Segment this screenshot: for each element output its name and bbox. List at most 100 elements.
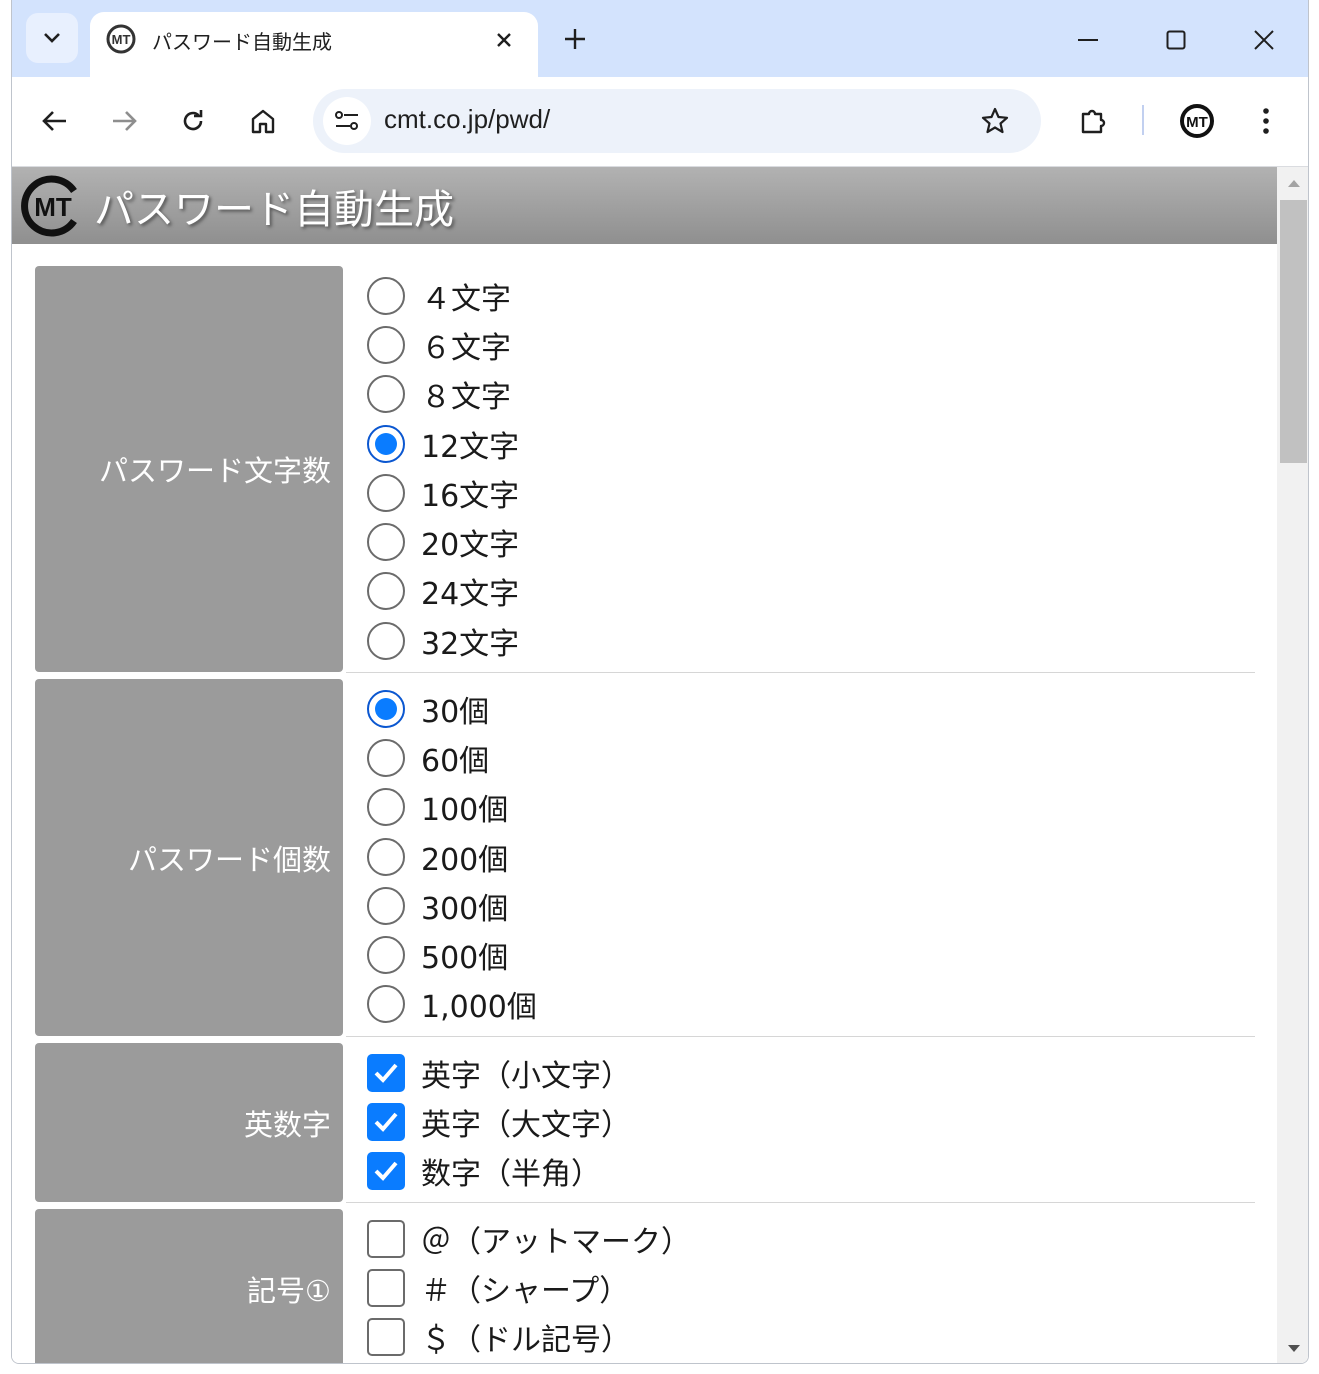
svg-text:MT: MT [112,32,131,47]
section-alnum: 英数字 英字（小文字） 英字（大文字） 数字（半角） [35,1043,1255,1203]
option-label: 30個 [421,695,490,730]
tab-strip: MT パスワード自動生成 [12,0,1308,77]
checkbox-checked[interactable] [367,1152,405,1190]
radio-option[interactable]: 12文字 [367,421,519,467]
maximize-button[interactable] [1154,18,1198,62]
arrow-right-icon [113,111,137,131]
radio-button-selected[interactable] [367,425,405,463]
option-label: 16文字 [421,479,520,514]
scroll-down-button[interactable] [1277,1332,1308,1363]
tab-title: パスワード自動生成 [152,30,332,54]
radio-button[interactable] [367,936,405,974]
radio-button[interactable] [367,739,405,777]
radio-option[interactable]: 60個 [367,735,489,781]
tab-close-button[interactable] [488,24,520,56]
option-label: 300個 [421,892,509,927]
minimize-button[interactable] [1066,18,1110,62]
divider [346,672,1255,673]
profile-extension-button[interactable]: MT [1175,99,1219,143]
radio-button[interactable] [367,277,405,315]
option-label: 20文字 [421,528,520,563]
checkbox-checked[interactable] [367,1103,405,1141]
close-icon [497,33,511,47]
radio-option[interactable]: 100個 [367,784,508,830]
checkbox[interactable] [367,1269,405,1307]
radio-option[interactable]: ６文字 [367,322,511,368]
checkbox-option[interactable]: ＄（ドル記号） [367,1314,631,1360]
radio-option[interactable]: 24文字 [367,568,519,614]
home-button[interactable] [241,99,285,143]
radio-button[interactable] [367,788,405,826]
radio-button[interactable] [367,474,405,512]
menu-button[interactable] [1244,99,1288,143]
radio-button[interactable] [367,572,405,610]
checkbox-option[interactable]: 英字（大文字） [367,1099,631,1145]
checkbox-option[interactable]: ＠（アットマーク） [367,1216,691,1262]
section-length: パスワード文字数 ４文字 ６文字 ８文字 12文字 16文字 20文字 24文字… [35,266,1255,673]
radio-button[interactable] [367,887,405,925]
toolbar-separator [1142,105,1144,135]
option-label: 500個 [421,941,509,976]
divider [346,1202,1255,1203]
reload-button[interactable] [171,99,215,143]
section-count: パスワード個数 30個 60個 100個 200個 300個 500個 1,00… [35,679,1255,1037]
vertical-scrollbar[interactable] [1277,167,1308,1363]
bookmark-button[interactable] [975,101,1015,141]
radio-option[interactable]: 300個 [367,883,508,929]
option-label: 数字（半角） [421,1157,601,1192]
radio-option[interactable]: ８文字 [367,371,511,417]
option-label: 24文字 [421,577,520,612]
page-header: MT パスワード自動生成 [12,167,1277,244]
mt-logo-icon: MT [21,175,77,237]
option-label: ８文字 [421,380,511,415]
radio-option[interactable]: 30個 [367,686,489,732]
divider [346,1036,1255,1037]
option-label: 32文字 [421,627,520,662]
radio-option[interactable]: 32文字 [367,618,519,664]
radio-option[interactable]: 1,000個 [367,981,537,1027]
triangle-up-icon [1287,179,1300,187]
radio-button[interactable] [367,985,405,1023]
section-label: 記号① [35,1209,343,1363]
radio-option[interactable]: 500個 [367,932,508,978]
checkbox-option[interactable]: 数字（半角） [367,1148,601,1194]
radio-button[interactable] [367,375,405,413]
address-bar[interactable]: cmt.co.jp/pwd/ [313,89,1041,153]
radio-option[interactable]: 20文字 [367,519,519,565]
option-label: 60個 [421,744,490,779]
tune-icon [335,111,358,130]
radio-option[interactable]: 200個 [367,834,508,880]
radio-button-selected[interactable] [367,690,405,728]
option-label: ６文字 [421,331,511,366]
minimize-icon [1078,39,1098,41]
checkbox[interactable] [367,1220,405,1258]
checkbox-option[interactable]: 英字（小文字） [367,1050,631,1096]
svg-text:MT: MT [1186,114,1208,131]
chevron-down-icon [44,33,60,43]
new-tab-button[interactable] [558,22,592,56]
tab-active[interactable]: MT パスワード自動生成 [90,12,538,77]
url-text[interactable]: cmt.co.jp/pwd/ [384,104,550,135]
close-icon [1254,30,1274,50]
radio-button[interactable] [367,622,405,660]
section-label: パスワード個数 [35,679,343,1036]
checkbox[interactable] [367,1318,405,1356]
radio-option[interactable]: 16文字 [367,470,519,516]
close-window-button[interactable] [1242,18,1286,62]
site-info-button[interactable] [323,97,371,145]
checkbox-option[interactable]: ＃（シャープ） [367,1265,629,1311]
radio-button[interactable] [367,838,405,876]
tab-search-button[interactable] [26,13,78,63]
mt-favicon-icon: MT [106,24,136,54]
back-button[interactable] [33,99,77,143]
option-label: 英字（小文字） [421,1059,631,1094]
forward-button[interactable] [102,99,146,143]
radio-button[interactable] [367,326,405,364]
scroll-up-button[interactable] [1277,167,1308,199]
checkbox-checked[interactable] [367,1054,405,1092]
extensions-button[interactable] [1072,99,1116,143]
scroll-thumb[interactable] [1280,200,1307,463]
radio-button[interactable] [367,523,405,561]
arrow-left-icon [42,111,66,131]
radio-option[interactable]: ４文字 [367,273,511,319]
